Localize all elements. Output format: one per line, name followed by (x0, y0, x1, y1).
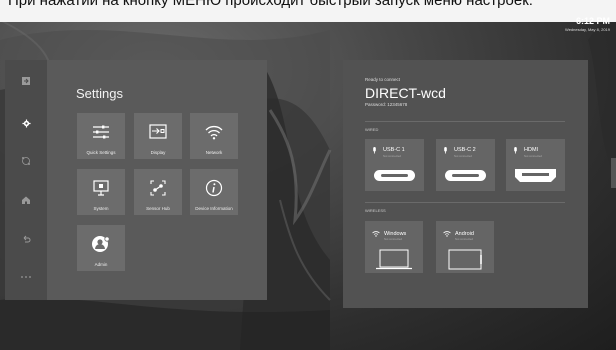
apps-icon[interactable] (18, 153, 34, 169)
mic-icon (444, 147, 447, 154)
admin-user-icon (92, 236, 110, 252)
tile-sensor-hub[interactable]: Sensor Hub (134, 169, 182, 215)
clock-date: Wednesday, May 8, 2019 (565, 27, 610, 32)
sliders-icon (93, 125, 109, 139)
tile-label: Device Information (195, 206, 233, 211)
port-name: USB-C 2 (454, 147, 476, 153)
home-icon[interactable] (18, 192, 34, 208)
wifi-icon (372, 231, 380, 237)
tile-label: Display (150, 150, 166, 155)
usb-c-port-icon (374, 170, 415, 181)
clock: 6:12 PM Wednesday, May 8, 2019 (565, 16, 610, 32)
port-usb-c-1[interactable]: USB-C 1 Not connected (365, 139, 424, 191)
tile-device-information[interactable]: Device Information (190, 169, 238, 215)
clock-time: 6:12 PM (575, 16, 610, 26)
tile-label: Sensor Hub (146, 206, 170, 211)
tile-admin[interactable]: Admin (77, 225, 125, 271)
settings-panel: Settings Quick Settings Display Network … (47, 60, 267, 300)
ready-status: Ready to connect (365, 77, 401, 82)
usb-c-port-icon (445, 170, 486, 181)
tile-label: System (93, 206, 109, 211)
port-hdmi[interactable]: HDMI Not connected (506, 139, 565, 191)
side-rail (5, 60, 47, 300)
tile-quick-settings[interactable]: Quick Settings (77, 113, 125, 159)
tile-system[interactable]: System (77, 169, 125, 215)
port-status: Not connected (524, 154, 543, 158)
port-name: HDMI (524, 147, 539, 153)
back-icon[interactable] (18, 232, 34, 248)
wireless-section-label: WIRELESS (365, 208, 386, 213)
wifi-icon (205, 125, 223, 140)
divider (365, 202, 565, 203)
divider (365, 121, 565, 122)
tile-label: Network (205, 150, 223, 155)
instruction-text: При нажатии на кнопку МЕНЮ происходит бы… (8, 0, 533, 9)
mic-icon (373, 147, 376, 154)
port-usb-c-2[interactable]: USB-C 2 Not connected (436, 139, 495, 191)
tile-label: Admin (94, 262, 108, 267)
port-name: USB-C 1 (383, 147, 405, 153)
gear-icon[interactable] (18, 115, 34, 131)
port-status: Not connected (383, 154, 402, 158)
info-icon (205, 179, 223, 197)
wired-section-label: WIRED (365, 127, 379, 132)
hdmi-port-icon (515, 169, 556, 182)
instruction-banner: При нажатии на кнопку МЕНЮ происходит бы… (0, 0, 616, 22)
input-source-icon[interactable] (18, 73, 34, 89)
device-status: Not connected (455, 237, 474, 241)
connection-panel: Ready to connect DIRECT-wcd Password: 12… (343, 60, 588, 308)
page-title: Settings (76, 86, 123, 101)
sensor-hub-icon (150, 180, 166, 196)
mic-icon (514, 147, 517, 154)
wifi-icon (443, 231, 451, 237)
edge-handle[interactable] (611, 158, 616, 188)
wireless-android[interactable]: Android Not connected (436, 221, 494, 273)
monitor-icon (93, 180, 109, 196)
tile-label: Quick Settings (86, 150, 116, 155)
tile-display[interactable]: Display (134, 113, 182, 159)
password-text: Password: 12345678 (365, 102, 408, 107)
wireless-windows[interactable]: Windows Not connected (365, 221, 423, 273)
tile-network[interactable]: Network (190, 113, 238, 159)
device-status: Not connected (384, 237, 403, 241)
port-status: Not connected (454, 154, 473, 158)
display-input-icon (149, 124, 167, 139)
tablet-icon (448, 249, 482, 270)
ssid-name: DIRECT-wcd (365, 85, 446, 101)
more-icon[interactable] (18, 269, 34, 285)
laptop-icon (376, 249, 412, 270)
